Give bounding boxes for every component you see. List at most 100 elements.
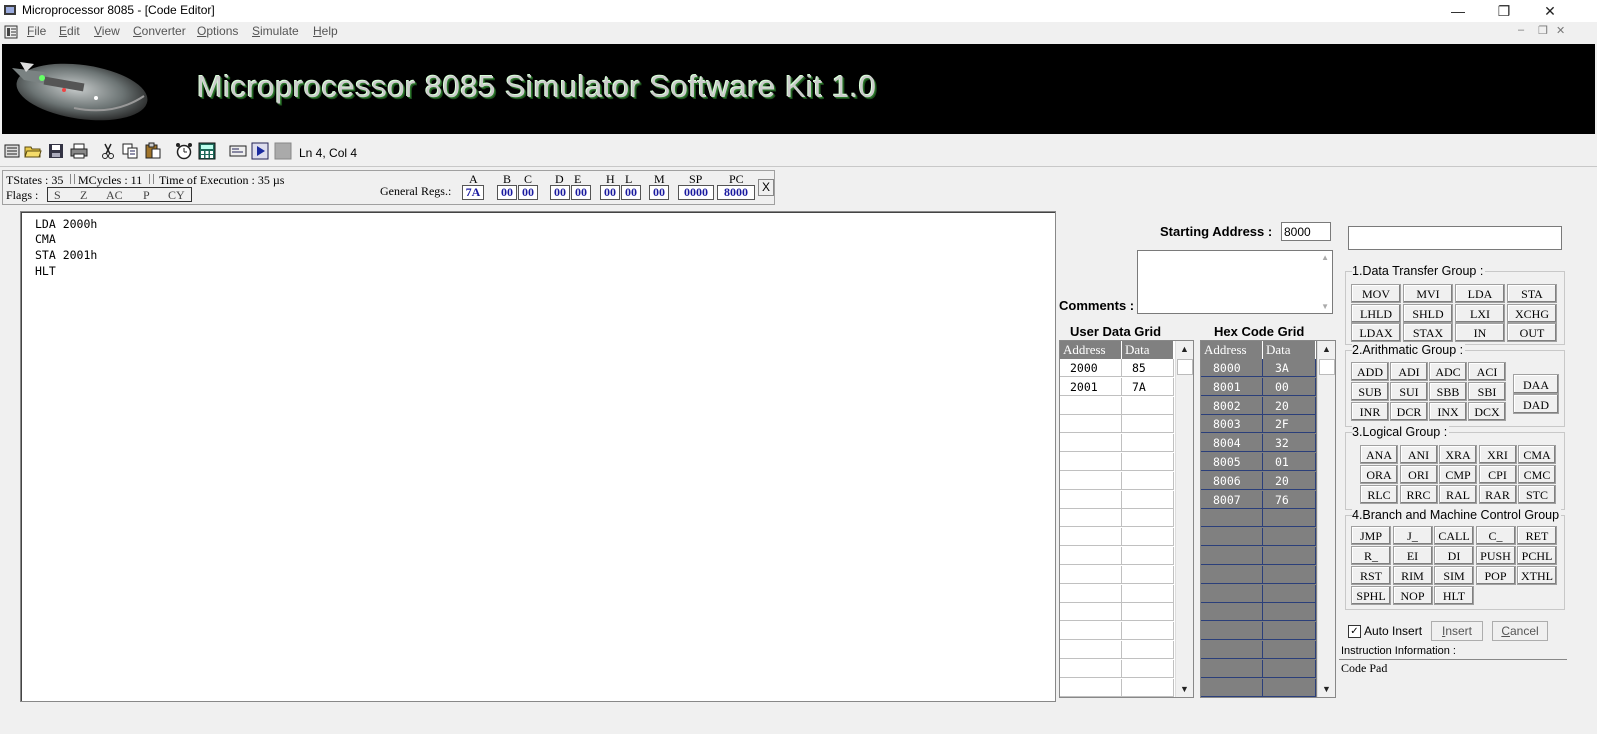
- instr-cpi-button[interactable]: CPI: [1478, 465, 1517, 484]
- mdi-close-icon[interactable]: ✕: [1556, 24, 1565, 37]
- grid-cell-address[interactable]: [1201, 641, 1263, 659]
- grid-cell-data[interactable]: [1263, 622, 1316, 641]
- grid-cell-data[interactable]: [1263, 565, 1316, 584]
- grid-cell-data[interactable]: [1263, 509, 1316, 528]
- grid-cell-data[interactable]: 76: [1263, 490, 1316, 509]
- instr-dcr-button[interactable]: DCR: [1390, 402, 1428, 421]
- grid-cell-data[interactable]: [1122, 697, 1174, 698]
- menu-help[interactable]: Help: [313, 24, 338, 38]
- menu-converter[interactable]: Converter: [133, 24, 186, 38]
- save-icon[interactable]: [47, 142, 65, 160]
- grid-cell-data[interactable]: [1122, 547, 1174, 565]
- grid-cell-address[interactable]: [1060, 490, 1122, 509]
- instr-ana-button[interactable]: ANA: [1360, 445, 1398, 464]
- grid-cell-data[interactable]: 20: [1263, 396, 1316, 415]
- instr-ori-button[interactable]: ORI: [1399, 465, 1438, 484]
- paste-icon[interactable]: [144, 142, 162, 160]
- grid-cell-data[interactable]: [1122, 453, 1174, 471]
- grid-cell-address[interactable]: [1060, 697, 1122, 698]
- instr-sphl-button[interactable]: SPHL: [1351, 586, 1391, 605]
- grid-cell-data[interactable]: 01: [1263, 453, 1316, 471]
- stop-icon[interactable]: [274, 142, 292, 160]
- grid-cell-address[interactable]: [1201, 547, 1263, 565]
- grid-cell-address[interactable]: [1060, 471, 1122, 490]
- assemble-icon[interactable]: [229, 142, 247, 160]
- grid-cell-address[interactable]: [1060, 528, 1122, 547]
- restore-button[interactable]: ❐: [1481, 0, 1527, 22]
- print-icon[interactable]: [70, 142, 88, 160]
- mdi-minimize-icon[interactable]: –: [1518, 24, 1524, 36]
- open-folder-icon[interactable]: [24, 142, 42, 160]
- instr-ldax-button[interactable]: LDAX: [1351, 323, 1401, 342]
- instr-cmp-button[interactable]: CMP: [1439, 465, 1477, 484]
- instr-jmp-button[interactable]: JMP: [1351, 526, 1391, 545]
- instr-sbb-button[interactable]: SBB: [1429, 382, 1467, 401]
- grid-cell-data[interactable]: [1122, 528, 1174, 547]
- grid-cell-address[interactable]: [1201, 584, 1263, 603]
- instr-di-button[interactable]: DI: [1434, 546, 1474, 565]
- instr-rim-button[interactable]: RIM: [1392, 566, 1433, 585]
- instr-stax-button[interactable]: STAX: [1403, 323, 1453, 342]
- grid-cell-address[interactable]: [1060, 509, 1122, 528]
- instr-cx-button[interactable]: C_: [1475, 526, 1516, 545]
- grid-cell-address[interactable]: [1060, 453, 1122, 471]
- grid-cell-address[interactable]: 8007: [1201, 490, 1263, 509]
- grid-cell-data[interactable]: 32: [1263, 434, 1316, 453]
- grid-cell-data[interactable]: [1263, 641, 1316, 659]
- hex-code-grid[interactable]: Address Data 8000 3A 8001 00 8002 20 8003 2F 800…: [1200, 340, 1336, 698]
- grid-cell-address[interactable]: [1060, 678, 1122, 697]
- starting-address-input[interactable]: 8000: [1281, 222, 1331, 241]
- cancel-button[interactable]: Cancel: [1492, 621, 1548, 641]
- grid-cell-address[interactable]: 8005: [1201, 453, 1263, 471]
- grid-cell-data[interactable]: [1122, 678, 1174, 697]
- grid-cell-data[interactable]: [1122, 509, 1174, 528]
- menu-simulate[interactable]: Simulate: [252, 24, 299, 38]
- close-button[interactable]: ✕: [1527, 0, 1573, 22]
- instr-cmc-button[interactable]: CMC: [1518, 465, 1556, 484]
- instr-shld-button[interactable]: SHLD: [1403, 303, 1453, 323]
- instr-dad-button[interactable]: DAD: [1513, 394, 1559, 414]
- instr-xthl-button[interactable]: XTHL: [1517, 566, 1557, 585]
- grid-cell-address[interactable]: [1201, 678, 1263, 697]
- instr-xri-button[interactable]: XRI: [1478, 445, 1517, 464]
- grid-cell-data[interactable]: [1122, 659, 1174, 678]
- hex-grid-scrollbar[interactable]: ▲ ▼: [1317, 341, 1335, 697]
- instr-cma-button[interactable]: CMA: [1518, 445, 1556, 464]
- grid-cell-address[interactable]: 2000: [1060, 359, 1122, 377]
- grid-cell-address[interactable]: [1060, 659, 1122, 678]
- instr-nop-button[interactable]: NOP: [1392, 586, 1433, 605]
- instr-sub-button[interactable]: SUB: [1351, 382, 1389, 401]
- instr-mov-button[interactable]: MOV: [1351, 284, 1401, 303]
- instr-lxi-button[interactable]: LXI: [1455, 303, 1505, 323]
- grid-cell-address[interactable]: [1201, 603, 1263, 622]
- run-icon[interactable]: [251, 142, 269, 160]
- user-data-grid[interactable]: Address Data 2000 85 2001 7A ▲ ▼: [1059, 340, 1194, 698]
- grid-cell-address[interactable]: [1060, 565, 1122, 584]
- calculator-icon[interactable]: [198, 142, 216, 160]
- user-grid-scrollbar[interactable]: ▲ ▼: [1175, 341, 1193, 697]
- instr-rst-button[interactable]: RST: [1351, 566, 1391, 585]
- grid-cell-data[interactable]: [1263, 584, 1316, 603]
- instr-mvi-button[interactable]: MVI: [1403, 284, 1453, 303]
- grid-cell-address[interactable]: [1060, 434, 1122, 453]
- scroll-down-arrow-icon[interactable]: ▼: [1176, 681, 1193, 697]
- instr-pchl-button[interactable]: PCHL: [1517, 546, 1557, 565]
- grid-cell-data[interactable]: [1122, 584, 1174, 603]
- instr-aci-button[interactable]: ACI: [1468, 362, 1506, 381]
- instr-ani-button[interactable]: ANI: [1399, 445, 1438, 464]
- scroll-up-arrow-icon[interactable]: ▲: [1176, 341, 1193, 357]
- grid-cell-data[interactable]: [1263, 603, 1316, 622]
- instr-in-button[interactable]: IN: [1455, 323, 1505, 342]
- code-editor[interactable]: LDA 2000h CMA STA 2001h HLT: [20, 211, 1056, 702]
- scroll-down-arrow-icon[interactable]: ▼: [1318, 681, 1335, 697]
- instr-sui-button[interactable]: SUI: [1390, 382, 1428, 401]
- instr-sta-button[interactable]: STA: [1507, 284, 1557, 303]
- grid-cell-data[interactable]: [1263, 678, 1316, 697]
- grid-cell-data[interactable]: 85: [1122, 359, 1174, 377]
- instr-ret-button[interactable]: RET: [1517, 526, 1557, 545]
- comments-input[interactable]: ▲ ▼: [1137, 250, 1333, 314]
- instr-xra-button[interactable]: XRA: [1439, 445, 1477, 464]
- grid-cell-data[interactable]: [1122, 603, 1174, 622]
- menu-edit[interactable]: Edit: [59, 24, 80, 38]
- instr-inx-button[interactable]: INX: [1429, 402, 1467, 421]
